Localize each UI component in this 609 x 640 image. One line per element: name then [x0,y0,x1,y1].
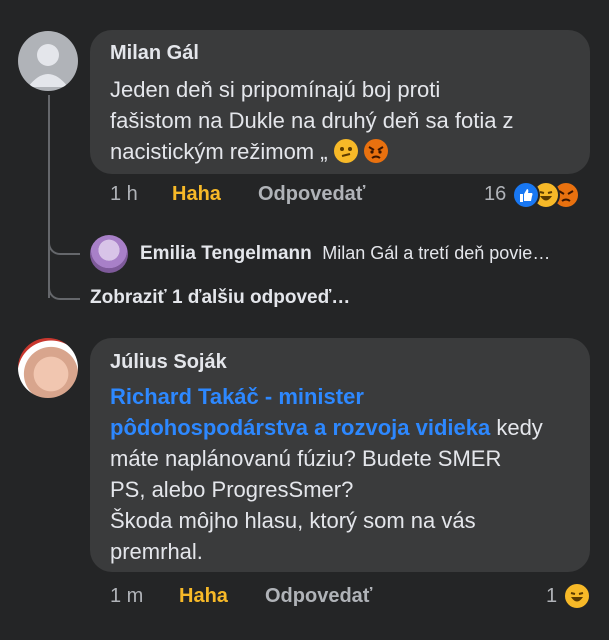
mention-link[interactable]: Richard Takáč - minister [110,381,585,412]
comment-time[interactable]: 1 m [110,585,143,608]
comment-text-line: nacistickým režimom „ [110,136,585,167]
comment-text-line: Jeden deň si pripomínajú boj proti [110,77,441,102]
comment-text: Jeden deň si pripomínajú boj proti fašis… [110,74,585,167]
avatar[interactable] [18,31,78,91]
comment-time[interactable]: 1 h [110,183,138,206]
comment-text-line: premrhal. [110,539,203,564]
comment-author[interactable]: Július Soják [110,351,227,374]
thread-branch-more [48,270,80,300]
thread-branch [48,225,80,255]
haha-reaction-button[interactable]: Haha [172,183,221,206]
reply-preview[interactable]: Emilia Tengelmann Milan Gál a tretí deň … [140,243,590,265]
view-more-replies-link[interactable]: Zobraziť 1 ďalšiu odpoveď… [90,287,350,309]
comment-author[interactable]: Milan Gál [110,42,199,65]
angry-emoji-icon [363,139,388,163]
reaction-count[interactable]: 1 [546,585,557,608]
comment-text: Richard Takáč - minister pôdohospodárstv… [110,381,585,567]
comment-text-line: máte naplánovanú fúziu? Budete SMER [110,446,502,471]
avatar[interactable] [18,338,78,398]
mention-link[interactable]: pôdohospodárstva a rozvoja vidieka [110,415,490,440]
thinking-emoji-icon [333,139,358,163]
reply-author[interactable]: Emilia Tengelmann [140,243,312,264]
thread-line [48,95,50,298]
reaction-count[interactable]: 16 [484,183,506,206]
reaction-icons[interactable] [512,181,592,209]
haha-icon[interactable] [563,582,591,610]
comment-text-line: fašistom na Dukle na druhý deň sa fotia … [110,108,514,133]
comment-text-line: Škoda môjho hlasu, ktorý som na vás [110,508,476,533]
reply-avatar[interactable] [90,235,128,273]
comment-text-line: PS, alebo ProgresSmer? [110,477,354,502]
comment-bubble: Július Soják Richard Takáč - minister pô… [90,338,590,572]
default-user-icon [28,44,68,87]
like-icon [512,181,540,209]
comment-bubble: Milan Gál Jeden deň si pripomínajú boj p… [90,30,590,174]
reply-button[interactable]: Odpovedať [265,585,372,608]
haha-reaction-button[interactable]: Haha [179,585,228,608]
reply-text: Milan Gál a tretí deň povie… [322,243,551,263]
reply-button[interactable]: Odpovedať [258,183,365,206]
comment-text-line: pôdohospodárstva a rozvoja vidieka kedy [110,415,543,440]
